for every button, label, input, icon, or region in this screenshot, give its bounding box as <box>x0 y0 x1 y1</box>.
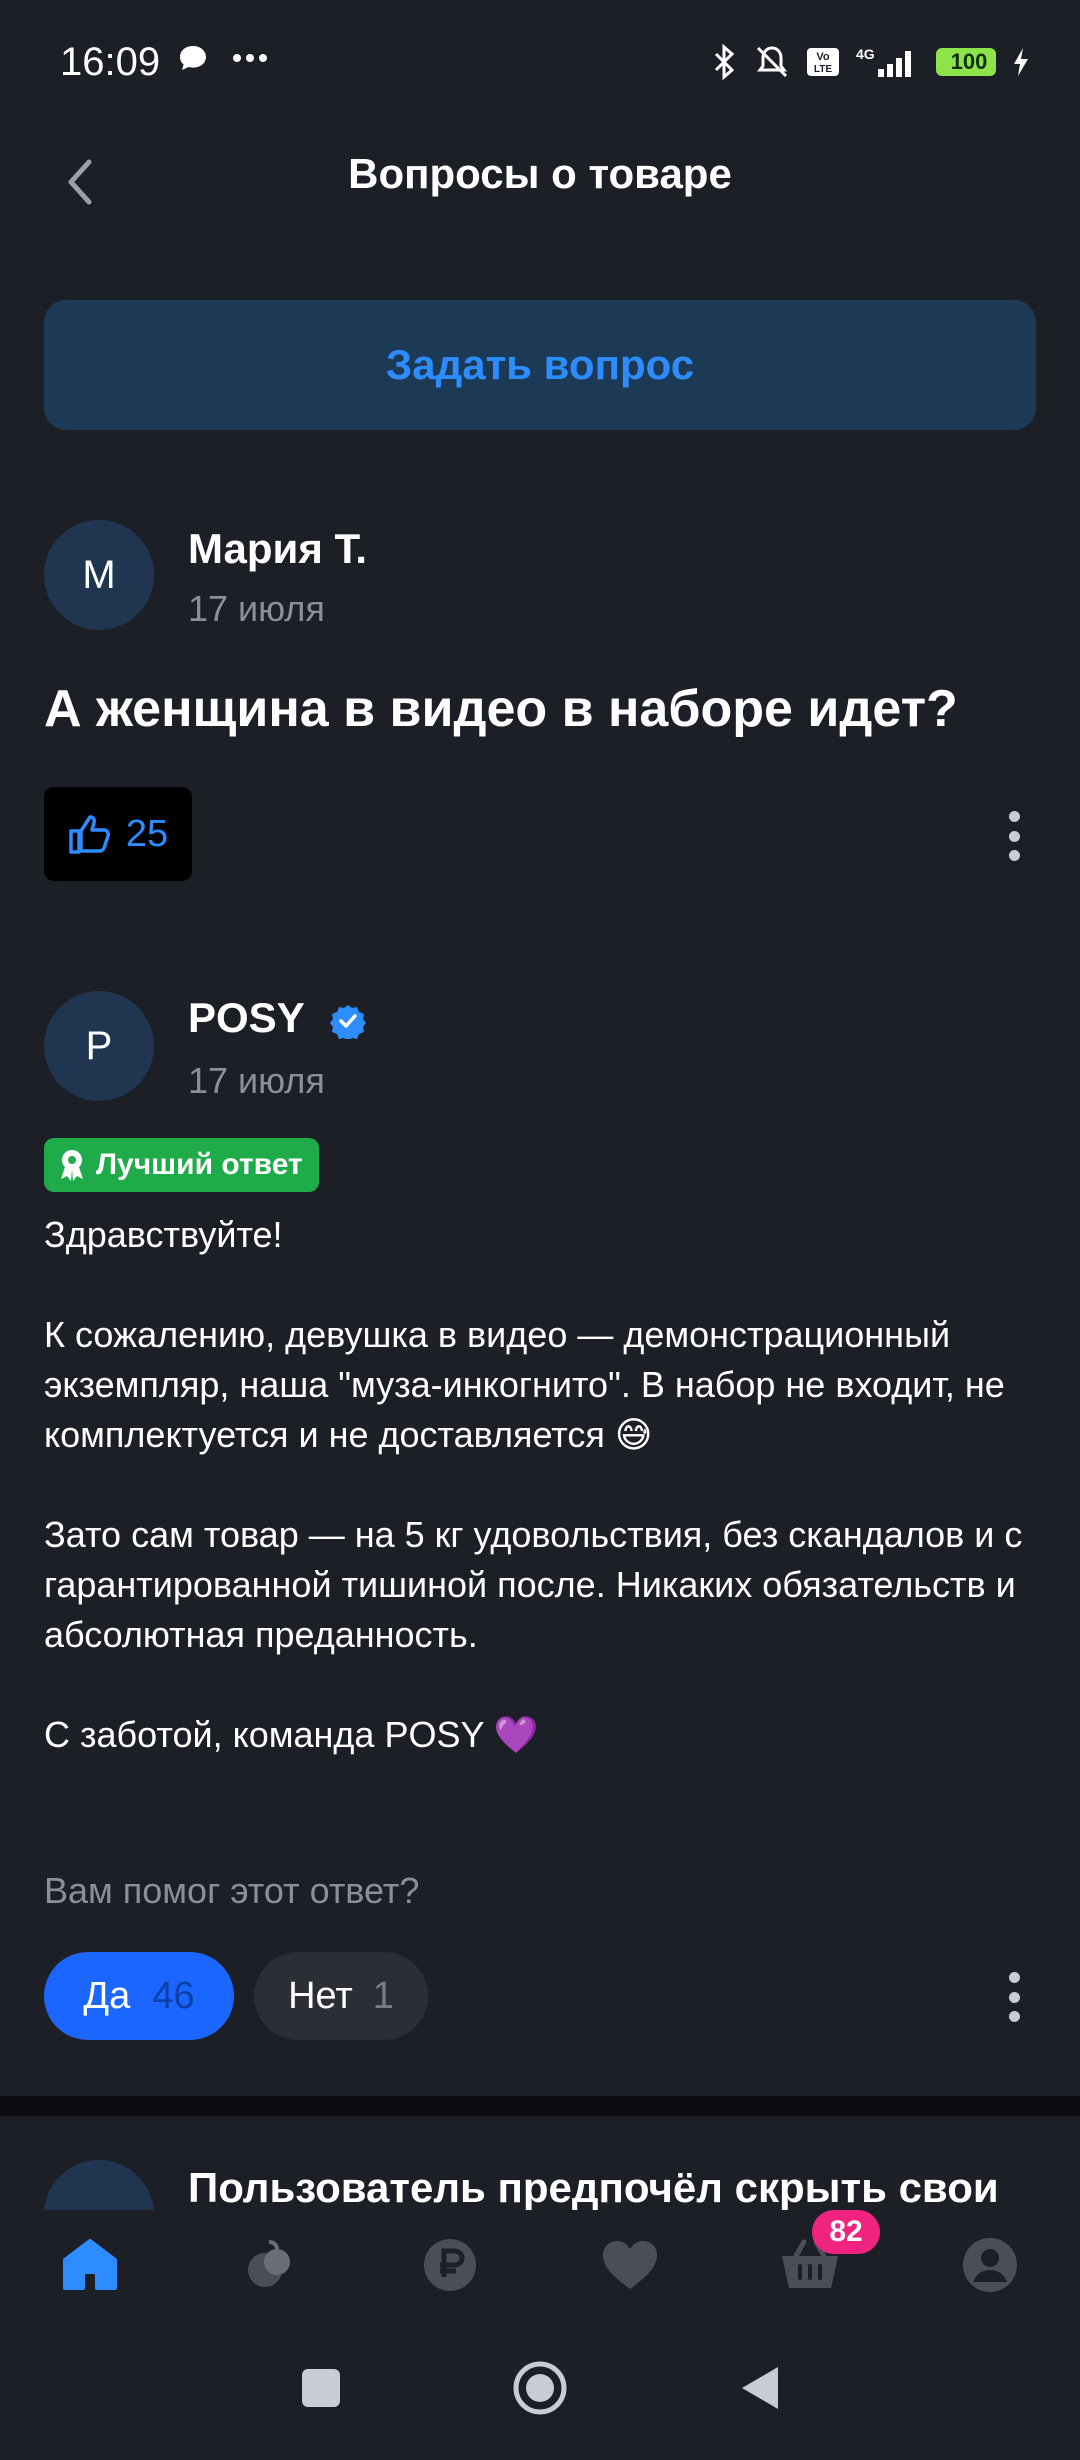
nav-payments[interactable] <box>400 2215 500 2315</box>
avatar: P <box>44 991 154 1101</box>
muted-bell-icon <box>756 46 788 78</box>
ask-question-button[interactable]: Задать вопрос <box>44 300 1036 430</box>
status-bar: 16:09 Vo LTE 4G 100 <box>0 0 1080 130</box>
top-app-bar: Вопросы о товаре <box>0 130 1080 240</box>
like-button[interactable]: 25 <box>44 787 192 881</box>
home-system-button[interactable] <box>512 2360 568 2421</box>
chat-notification-icon <box>180 46 206 70</box>
thumbs-up-icon <box>69 815 110 854</box>
answer-paragraph: Зато сам товар — на 5 кг удовольствия, б… <box>44 1514 1023 1655</box>
charging-icon <box>1014 48 1028 76</box>
page-title: Вопросы о товаре <box>348 150 732 197</box>
next-question-preview[interactable]: Пользователь предпочёл скрыть свои <box>0 2116 1080 2210</box>
bluetooth-icon <box>714 44 735 80</box>
status-time: 16:09 <box>60 40 161 84</box>
nav-home[interactable] <box>40 2215 140 2315</box>
triangle-back-icon <box>742 2366 778 2409</box>
no-count: 1 <box>372 1974 394 2017</box>
answer-more-menu-button[interactable] <box>994 1962 1034 2032</box>
svg-text:Vo: Vo <box>816 51 830 63</box>
nav-profile[interactable] <box>940 2215 1040 2315</box>
payments-icon <box>424 2239 476 2291</box>
bottom-navigation: 82 <box>0 2210 1080 2320</box>
answer-paragraph: С заботой, команда POSY 💜 <box>44 1714 539 1755</box>
favorites-icon <box>603 2241 657 2289</box>
best-answer-badge: Лучший ответ <box>44 1138 319 1192</box>
catalog-icon <box>248 2240 290 2287</box>
like-count: 25 <box>125 812 169 855</box>
nav-catalog[interactable] <box>220 2215 320 2315</box>
back-system-button[interactable] <box>738 2365 780 2416</box>
battery-icon: 100 <box>936 48 996 76</box>
volte-icon: VoLTE <box>807 48 839 76</box>
question-more-menu-button[interactable] <box>994 801 1034 871</box>
answer-body: Здравствуйте! К сожалению, девушка в вид… <box>44 1210 1044 1810</box>
answer-date: 17 июля <box>188 1060 325 1101</box>
svg-text:4G: 4G <box>856 46 875 62</box>
more-notifications-icon <box>233 54 267 62</box>
profile-icon <box>963 2238 1017 2292</box>
answer-paragraph: Здравствуйте! <box>44 1214 283 1255</box>
nav-cart[interactable]: 82 <box>760 2210 880 2315</box>
signal-4g-icon: 4G <box>856 46 911 77</box>
svg-text:LTE: LTE <box>814 64 832 75</box>
helpful-question: Вам помог этот ответ? <box>44 1870 420 1911</box>
avatar <box>44 2160 154 2210</box>
next-question-author: Пользователь предпочёл скрыть свои <box>188 2164 999 2210</box>
recent-apps-button[interactable] <box>300 2367 342 2414</box>
answer-author: POSY <box>188 994 366 1042</box>
avatar: М <box>44 520 154 630</box>
helpful-no-button[interactable]: Нет 1 <box>254 1952 428 2040</box>
cart-count-badge: 82 <box>812 2210 880 2254</box>
question-author: Мария Т. <box>188 525 368 572</box>
section-divider <box>0 2096 1080 2116</box>
system-navigation-bar <box>0 2320 1080 2460</box>
nav-favorites[interactable] <box>580 2215 680 2315</box>
square-icon <box>302 2368 340 2407</box>
verified-icon <box>329 1004 366 1039</box>
answer-paragraph: К сожалению, девушка в видео — демонстра… <box>44 1314 1005 1455</box>
question-date: 17 июля <box>188 588 325 629</box>
circle-icon <box>513 2361 567 2414</box>
yes-count: 46 <box>152 1974 195 2017</box>
helpful-yes-button[interactable]: Да 46 <box>44 1952 234 2040</box>
award-icon <box>61 1150 83 1181</box>
home-icon <box>63 2239 117 2290</box>
question-text: А женщина в видео в наборе идет? <box>44 680 958 738</box>
